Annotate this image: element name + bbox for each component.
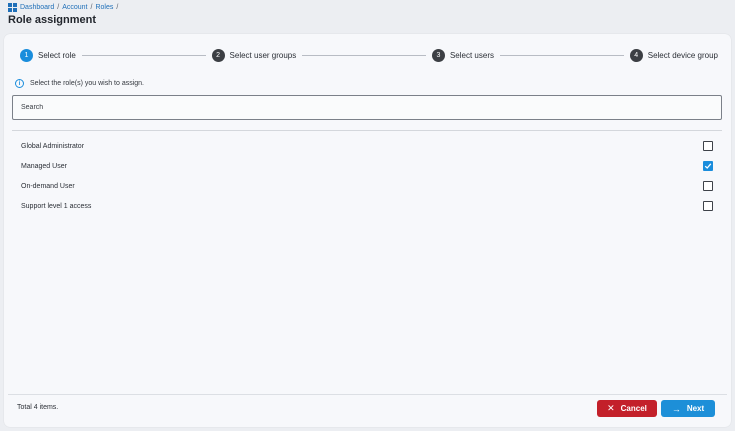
next-button[interactable]: → Next [661,400,715,417]
role-checkbox[interactable] [703,181,713,191]
breadcrumb-separator: / [57,4,60,11]
step-select-user-groups[interactable]: 2 Select user groups [211,48,297,62]
arrow-right-icon: → [671,403,681,414]
step-select-device-group[interactable]: 4 Select device group [629,48,718,62]
step-select-users[interactable]: 3 Select users [431,48,494,62]
dashboard-grid-icon[interactable] [8,3,17,12]
role-label: Support level 1 access [21,202,92,210]
role-row-support-level-1-access[interactable]: Support level 1 access [12,196,722,216]
breadcrumb-roles[interactable]: Roles [95,4,113,11]
total-items-text: Total 4 items. [17,404,59,411]
step-connector [81,54,206,56]
footer-divider [8,394,727,395]
step-label: Select user groups [229,50,297,60]
role-label: Global Administrator [21,142,85,150]
step-number-badge: 3 [431,48,445,62]
role-row-managed-user[interactable]: Managed User [12,156,722,176]
step-select-role[interactable]: 1 Select role [20,48,76,62]
breadcrumb-separator: / [90,4,93,11]
cancel-button[interactable]: ✕ Cancel [597,400,657,417]
instruction-row: i Select the role(s) you wish to assign. [15,79,144,88]
step-connector [302,54,426,56]
cancel-button-label: Cancel [620,404,647,413]
role-list: Global Administrator Managed User On-dem… [12,136,722,216]
instruction-text: Select the role(s) you wish to assign. [30,80,144,87]
role-label: Managed User [21,162,67,170]
role-checkbox[interactable] [703,201,713,211]
role-label: On-demand User [21,182,75,190]
step-label: Select role [38,50,76,60]
page-title: Role assignment [8,14,97,26]
role-row-global-administrator[interactable]: Global Administrator [12,136,722,156]
list-divider [12,130,722,131]
breadcrumb-account[interactable]: Account [62,4,87,11]
wizard-stepper: 1 Select role 2 Select user groups 3 Sel… [20,47,718,63]
next-button-label: Next [686,404,705,413]
step-number-badge: 2 [211,48,225,62]
search-input[interactable] [21,104,713,111]
breadcrumb-dashboard[interactable]: Dashboard [20,4,54,11]
step-label: Select device group [647,50,718,60]
role-checkbox[interactable] [703,141,713,151]
close-icon: ✕ [607,403,615,413]
info-icon: i [15,79,24,88]
wizard-card: 1 Select role 2 Select user groups 3 Sel… [4,34,731,427]
step-number-badge: 1 [20,48,33,62]
checkmark-icon [704,163,712,169]
breadcrumb-separator: / [116,4,119,11]
step-connector [500,54,624,56]
search-field[interactable] [12,95,722,120]
breadcrumb: Dashboard / Account / Roles / [8,3,121,12]
role-checkbox[interactable] [703,161,713,171]
role-row-on-demand-user[interactable]: On-demand User [12,176,722,196]
step-number-badge: 4 [629,48,643,62]
step-label: Select users [449,50,494,60]
